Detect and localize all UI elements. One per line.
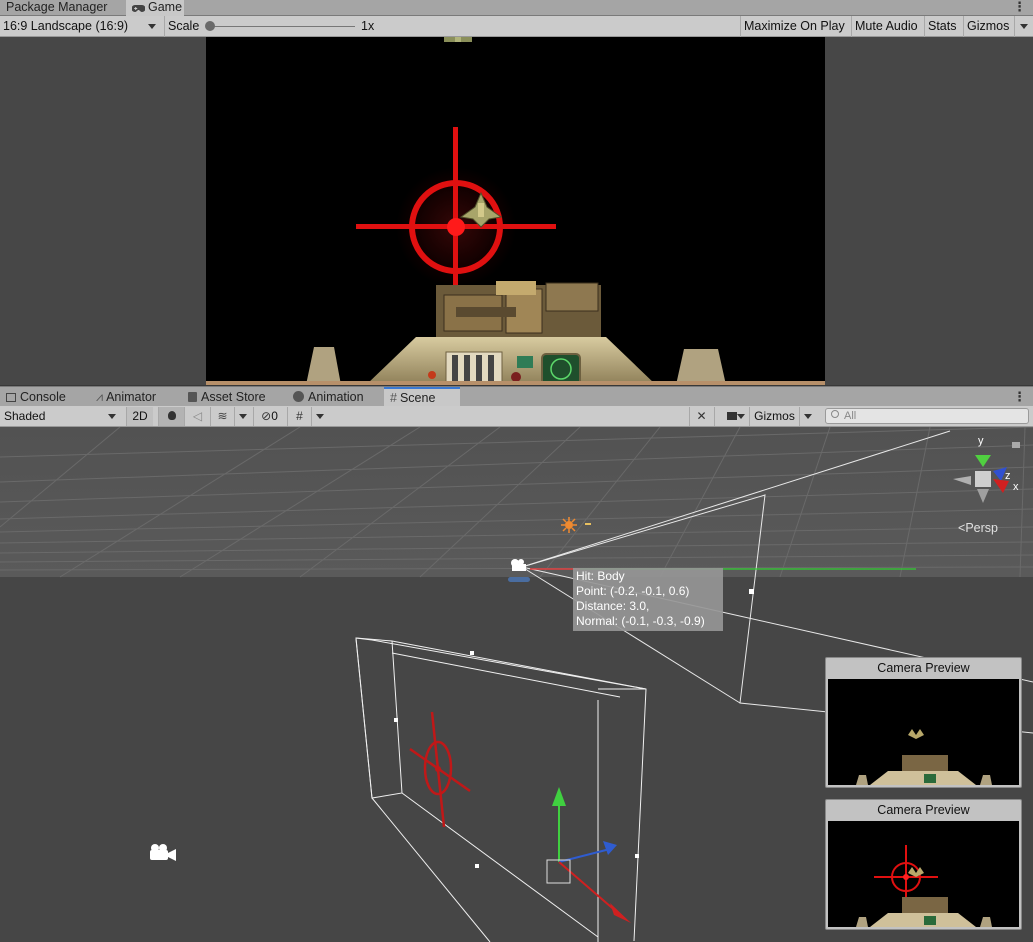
hit-tooltip: Hit: Body Point: (-0.2, -0.1, 0.6) Dista…	[573, 568, 723, 631]
tab-label: Asset Store	[201, 390, 266, 404]
chevron-down-icon	[239, 414, 247, 419]
chevron-down-icon	[108, 414, 116, 419]
lighting-toggle-button[interactable]	[158, 407, 184, 426]
hit-tooltip-line: Point: (-0.2, -0.1, 0.6)	[576, 584, 690, 598]
scene-panel-menu-icon[interactable]: ⋮	[1013, 390, 1026, 404]
mute-audio-button[interactable]: Mute Audio	[851, 16, 921, 37]
wrench-icon: ✕	[696, 409, 707, 423]
camera-preview-title: Camera Preview	[877, 803, 970, 817]
store-icon	[188, 392, 197, 402]
scene-panel-tabbar: Console ⩘ Animator Asset Store Animation …	[0, 386, 1033, 407]
camera-preview-title: Camera Preview	[877, 661, 970, 675]
hit-tooltip-line: Normal: (-0.1, -0.3, -0.9)	[576, 614, 705, 628]
tab-console[interactable]: Console	[0, 387, 72, 407]
aspect-dropdown[interactable]: 16:9 Landscape (16:9)	[0, 16, 160, 37]
chevron-down-icon	[1020, 24, 1028, 29]
grid-snap-icon: #	[296, 409, 303, 423]
tab-package-manager[interactable]: Package Manager	[0, 0, 113, 16]
persp-label[interactable]: <Persp	[958, 521, 998, 535]
grid-toggle-button[interactable]: #	[287, 407, 311, 426]
audio-toggle-button[interactable]: ◁	[184, 407, 210, 426]
tab-scene[interactable]: # Scene	[384, 387, 460, 407]
grid-icon: #	[390, 391, 397, 405]
persp-text: Persp	[965, 521, 998, 535]
grid-dropdown[interactable]	[311, 407, 328, 426]
game-toolbar: 16:9 Landscape (16:9) Scale 1x Maximize …	[0, 16, 1033, 37]
clock-icon	[293, 391, 304, 402]
scale-value: 1x	[361, 19, 375, 33]
chevron-down-icon	[148, 24, 156, 29]
maximize-on-play-button[interactable]: Maximize On Play	[740, 16, 848, 37]
draw-mode-dropdown[interactable]: Shaded	[0, 407, 122, 426]
hidden-count: 0	[271, 409, 278, 423]
scene-gizmos-dropdown[interactable]	[799, 407, 817, 426]
effects-dropdown[interactable]	[234, 407, 252, 426]
axis-label-y: y	[978, 435, 984, 447]
draw-mode-value: Shaded	[4, 409, 46, 423]
scale-label: Scale	[168, 19, 200, 33]
lock-icon	[1012, 442, 1020, 448]
hit-tooltip-line: Hit: Body	[576, 569, 625, 583]
axis-label-z: z	[1005, 470, 1011, 482]
speaker-icon: ◁	[192, 409, 203, 423]
search-placeholder: All	[844, 410, 857, 422]
camera-preview-screen	[828, 821, 1019, 927]
effects-toggle-button[interactable]: ≋	[210, 407, 234, 426]
distant-ship	[444, 37, 472, 42]
tab-label: Scene	[399, 391, 436, 405]
scene-toolbar: Shaded 2D ◁ ≋ ⊘0 # ✕ Gizmos All	[0, 406, 1033, 427]
hidden-objects-toggle[interactable]: ⊘0	[253, 407, 285, 426]
game-scene-image	[206, 37, 825, 385]
scale-slider-handle[interactable]	[205, 21, 215, 31]
camera-settings-button[interactable]	[714, 407, 748, 426]
toggle-2d-button[interactable]: 2D	[126, 407, 153, 426]
game-render	[206, 37, 825, 385]
chevron-down-icon	[316, 414, 324, 419]
tab-asset-store[interactable]: Asset Store	[182, 387, 272, 407]
stats-button[interactable]: Stats	[924, 16, 960, 37]
tab-animator[interactable]: ⩘ Animator	[90, 387, 162, 407]
tab-label: Package Manager	[6, 0, 108, 14]
eye-slash-icon: ⊘	[261, 409, 272, 423]
gamepad-icon	[131, 5, 146, 12]
chevron-down-icon	[804, 414, 812, 419]
scale-slider-track[interactable]	[209, 26, 355, 27]
animator-icon: ⩘	[96, 390, 104, 404]
tab-label: Console	[20, 390, 66, 404]
gizmos-dropdown[interactable]	[1014, 16, 1033, 37]
axis-label-x: x	[1013, 481, 1019, 493]
search-input[interactable]: All	[825, 408, 1029, 424]
tab-animation[interactable]: Animation	[287, 387, 370, 407]
effects-icon: ≋	[217, 409, 228, 423]
tools-button[interactable]: ✕	[689, 407, 713, 426]
cockpit-hull	[366, 337, 656, 385]
tab-label: Animation	[308, 390, 364, 404]
camera-preview-screen	[828, 679, 1019, 785]
search-icon	[831, 410, 839, 418]
gizmos-button[interactable]: Gizmos	[963, 16, 1012, 37]
scene-view[interactable]: y z x <Persp Hit: Body Point: (-0.2, -0.…	[0, 427, 1033, 942]
aspect-value: 16:9 Landscape (16:9)	[3, 19, 129, 33]
game-panel-menu-icon[interactable]: ⋮	[1013, 0, 1026, 14]
tab-label: Animator	[106, 390, 157, 404]
hit-tooltip-line: Distance: 3.0,	[576, 599, 650, 613]
tab-game[interactable]: Game	[126, 0, 184, 16]
game-view[interactable]	[0, 37, 1033, 385]
lightbulb-icon	[167, 411, 176, 420]
tab-label: Game	[148, 0, 183, 14]
chevron-down-icon	[737, 414, 745, 419]
scale-control: Scale 1x	[164, 16, 380, 37]
scene-gizmos-button[interactable]: Gizmos	[749, 407, 799, 426]
camera-icon	[726, 412, 737, 420]
camera-preview-1: Camera Preview	[825, 657, 1022, 788]
camera-preview-2: Camera Preview	[825, 799, 1022, 930]
game-panel-tabbar: Package Manager Game ⋮	[0, 0, 1033, 16]
console-icon	[6, 393, 16, 402]
